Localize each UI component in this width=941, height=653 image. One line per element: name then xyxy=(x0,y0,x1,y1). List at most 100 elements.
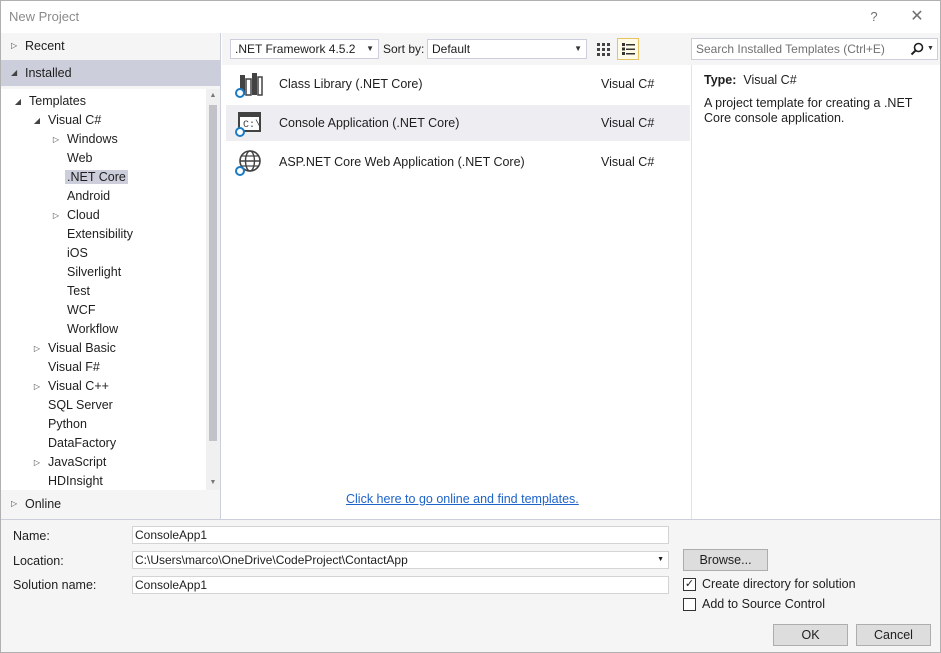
tree-node[interactable]: ◢ Templates xyxy=(15,92,88,111)
tree-node-label: Windows xyxy=(67,132,118,146)
list-view-button[interactable] xyxy=(617,38,639,60)
chevron-expanded-icon[interactable]: ◢ xyxy=(13,92,23,111)
tree-node[interactable]: .NET Core xyxy=(65,168,128,187)
tree-node[interactable]: Silverlight xyxy=(65,263,123,282)
chevron-right-icon[interactable]: ▷ xyxy=(51,130,61,149)
section-online[interactable]: ▷ Online xyxy=(1,491,221,517)
tree-node-label: Android xyxy=(67,189,111,203)
tree-node[interactable]: ◢ Visual C# xyxy=(34,111,103,130)
tree-scrollbar[interactable]: ▲ ▼ xyxy=(206,89,220,490)
chevron-right-icon: ▷ xyxy=(11,499,18,508)
tree-node[interactable]: ▷ Visual Basic xyxy=(34,339,118,358)
svg-text:C:\: C:\ xyxy=(243,119,261,131)
help-button[interactable]: ? xyxy=(859,5,889,29)
location-input[interactable] xyxy=(133,552,648,568)
template-details-pane: Type: Visual C# A project template for c… xyxy=(691,65,940,519)
chevron-expanded-icon[interactable]: ◢ xyxy=(32,111,42,130)
chevron-right-icon[interactable]: ▷ xyxy=(32,339,42,358)
template-list: Class Library (.NET Core) Visual C# C:\ … xyxy=(226,65,691,519)
chevron-right-icon[interactable]: ▷ xyxy=(51,206,61,225)
sort-dropdown[interactable]: Default ▼ xyxy=(427,39,587,59)
class-library-icon xyxy=(235,73,263,98)
tree-node[interactable]: SQL Server xyxy=(46,396,115,415)
chevron-right-icon[interactable]: ▷ xyxy=(32,377,42,396)
template-name: ASP.NET Core Web Application (.NET Core) xyxy=(279,155,525,169)
grid-view-icon xyxy=(597,43,610,56)
search-options-icon[interactable]: ▼ xyxy=(927,39,934,59)
scroll-down-icon[interactable]: ▼ xyxy=(206,476,220,490)
location-dropdown[interactable]: ▼ xyxy=(132,551,669,569)
tree-node-label: Visual C# xyxy=(48,113,102,127)
tree-node[interactable]: DataFactory xyxy=(46,434,118,453)
close-button[interactable]: ✕ xyxy=(902,5,932,29)
tree-node-label: Visual Basic xyxy=(48,341,116,355)
console-app-icon: C:\ xyxy=(235,112,261,137)
sort-value: Default xyxy=(432,42,471,56)
title-bar: New Project ? ✕ xyxy=(1,1,940,33)
tree-node-label: WCF xyxy=(67,303,96,317)
checkbox-unchecked-icon[interactable] xyxy=(683,598,696,611)
tree-node[interactable]: Extensibility xyxy=(65,225,135,244)
template-type: Type: Visual C# xyxy=(704,73,797,87)
find-online-templates-link[interactable]: Click here to go online and find templat… xyxy=(346,492,579,506)
tree-node[interactable]: ▷ JavaScript xyxy=(34,453,108,472)
tree-node-label: DataFactory xyxy=(48,436,117,450)
project-name-input[interactable] xyxy=(132,526,669,544)
template-search-box[interactable]: ▼ xyxy=(691,38,938,60)
tree-node[interactable]: ▷ Visual C++ xyxy=(34,377,111,396)
tree-node[interactable]: Workflow xyxy=(65,320,120,339)
section-installed[interactable]: ◢ Installed xyxy=(1,60,221,86)
create-directory-label: Create directory for solution xyxy=(702,577,856,591)
template-language: Visual C# xyxy=(601,155,655,169)
list-view-icon xyxy=(622,43,635,55)
tree-node[interactable]: HDInsight xyxy=(46,472,105,490)
tree-node-label: Extensibility xyxy=(67,227,133,241)
type-value: Visual C# xyxy=(743,73,797,87)
section-recent-label: Recent xyxy=(25,39,65,53)
tree-node-label: Silverlight xyxy=(67,265,122,279)
chevron-right-icon: ▷ xyxy=(11,41,18,50)
template-description: A project template for creating a .NET C… xyxy=(704,96,913,125)
template-language: Visual C# xyxy=(601,77,655,91)
scroll-up-icon[interactable]: ▲ xyxy=(206,89,220,103)
template-name: Class Library (.NET Core) xyxy=(279,77,423,91)
tree-node-label: HDInsight xyxy=(48,474,103,488)
chevron-right-icon[interactable]: ▷ xyxy=(32,453,42,472)
solution-name-input[interactable] xyxy=(132,576,669,594)
browse-button[interactable]: Browse... xyxy=(683,549,768,571)
tree-node-label: .NET Core xyxy=(65,170,128,184)
tree-node-label: Python xyxy=(48,417,87,431)
search-icon[interactable] xyxy=(910,42,924,56)
template-row-console-app[interactable]: C:\ Console Application (.NET Core) Visu… xyxy=(226,105,690,141)
tree-node[interactable]: Python xyxy=(46,415,89,434)
tree-node-label: JavaScript xyxy=(48,455,107,469)
name-label: Name: xyxy=(13,529,50,543)
cancel-button[interactable]: Cancel xyxy=(856,624,931,646)
checkbox-checked-icon[interactable]: ✓ xyxy=(683,578,696,591)
template-name: Console Application (.NET Core) xyxy=(279,116,460,130)
tree-node[interactable]: iOS xyxy=(65,244,90,263)
tree-node-label: Web xyxy=(67,151,93,165)
chevron-expanded-icon: ◢ xyxy=(11,68,18,77)
tree-node[interactable]: ▷ Cloud xyxy=(53,206,102,225)
section-recent[interactable]: ▷ Recent xyxy=(1,33,221,59)
tree-node[interactable]: Web xyxy=(65,149,94,168)
tree-node[interactable]: Test xyxy=(65,282,92,301)
tree-node[interactable]: ▷ Windows xyxy=(53,130,120,149)
tree-node-label: Workflow xyxy=(67,322,119,336)
template-row-web-app[interactable]: ASP.NET Core Web Application (.NET Core)… xyxy=(226,144,690,180)
chevron-down-icon[interactable]: ▼ xyxy=(657,552,664,568)
small-icons-view-button[interactable] xyxy=(592,38,614,60)
tree-node[interactable]: Android xyxy=(65,187,112,206)
scrollbar-thumb[interactable] xyxy=(209,105,217,441)
tree-node[interactable]: Visual F# xyxy=(46,358,102,377)
ok-button[interactable]: OK xyxy=(773,624,848,646)
tree-node-label: Test xyxy=(67,284,90,298)
add-source-control-label: Add to Source Control xyxy=(702,597,825,611)
framework-dropdown[interactable]: .NET Framework 4.5.2 ▼ xyxy=(230,39,379,59)
left-navigation-pane: ▷ Recent ◢ Installed ◢ Templates ◢ Visual C… xyxy=(1,33,221,519)
tree-node[interactable]: WCF xyxy=(65,301,97,320)
search-input[interactable] xyxy=(696,39,906,59)
template-row-class-library[interactable]: Class Library (.NET Core) Visual C# xyxy=(226,66,690,102)
templates-tree: ◢ Templates ◢ Visual C# ▷ Windows Web .NET Core… xyxy=(1,89,206,490)
